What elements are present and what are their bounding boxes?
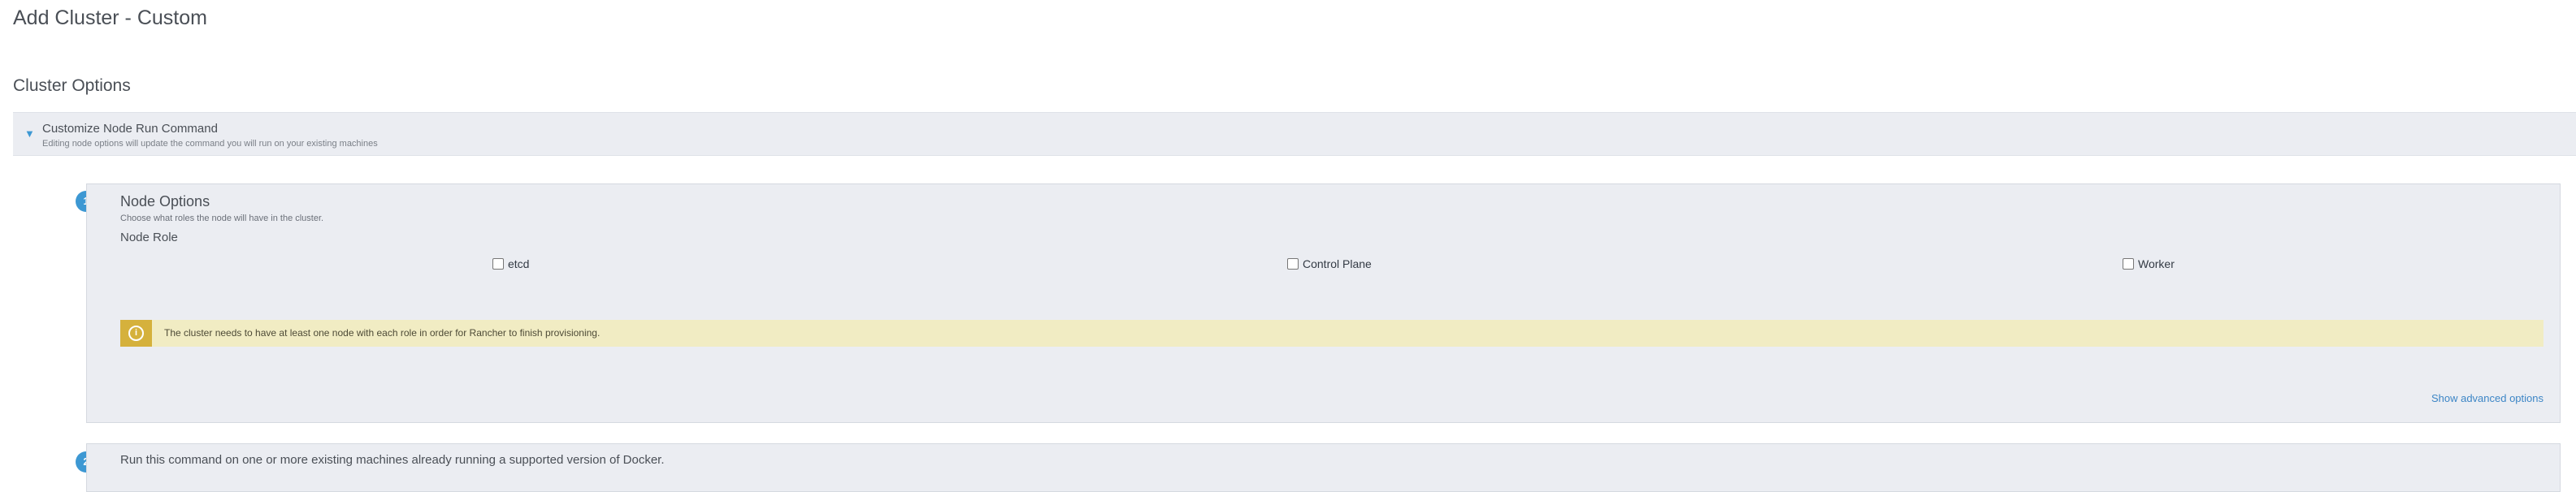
provisioning-warning-banner: i The cluster needs to have at least one… — [120, 320, 2543, 347]
role-worker-label: Worker — [2138, 257, 2175, 270]
checkbox-icon[interactable] — [492, 258, 504, 270]
customize-node-run-command-accordion[interactable]: ▼ Customize Node Run Command Editing nod… — [13, 112, 2576, 156]
cluster-options-heading: Cluster Options — [13, 76, 131, 95]
role-etcd-checkbox[interactable]: etcd — [492, 257, 529, 270]
role-worker-checkbox[interactable]: Worker — [2123, 257, 2175, 270]
run-command-instruction: Run this command on one or more existing… — [120, 453, 665, 467]
node-role-label: Node Role — [120, 231, 178, 244]
node-options-title: Node Options — [120, 193, 210, 209]
chevron-down-icon[interactable]: ▼ — [24, 128, 35, 139]
info-icon: i — [128, 326, 144, 341]
node-options-panel: Node Options Choose what roles the node … — [86, 183, 2561, 423]
role-control-plane-checkbox[interactable]: Control Plane — [1287, 257, 1372, 270]
warning-icon-box: i — [120, 320, 152, 347]
run-command-panel: Run this command on one or more existing… — [86, 443, 2561, 492]
show-advanced-options-link[interactable]: Show advanced options — [2431, 392, 2543, 404]
checkbox-icon[interactable] — [2123, 258, 2134, 270]
checkbox-icon[interactable] — [1287, 258, 1299, 270]
warning-text: The cluster needs to have at least one n… — [164, 327, 601, 339]
accordion-subtitle: Editing node options will update the com… — [42, 139, 378, 149]
node-options-subtitle: Choose what roles the node will have in … — [120, 214, 324, 223]
role-etcd-label: etcd — [508, 257, 530, 270]
page-title: Add Cluster - Custom — [13, 6, 207, 29]
accordion-title: Customize Node Run Command — [42, 122, 218, 136]
role-control-plane-label: Control Plane — [1303, 257, 1372, 270]
